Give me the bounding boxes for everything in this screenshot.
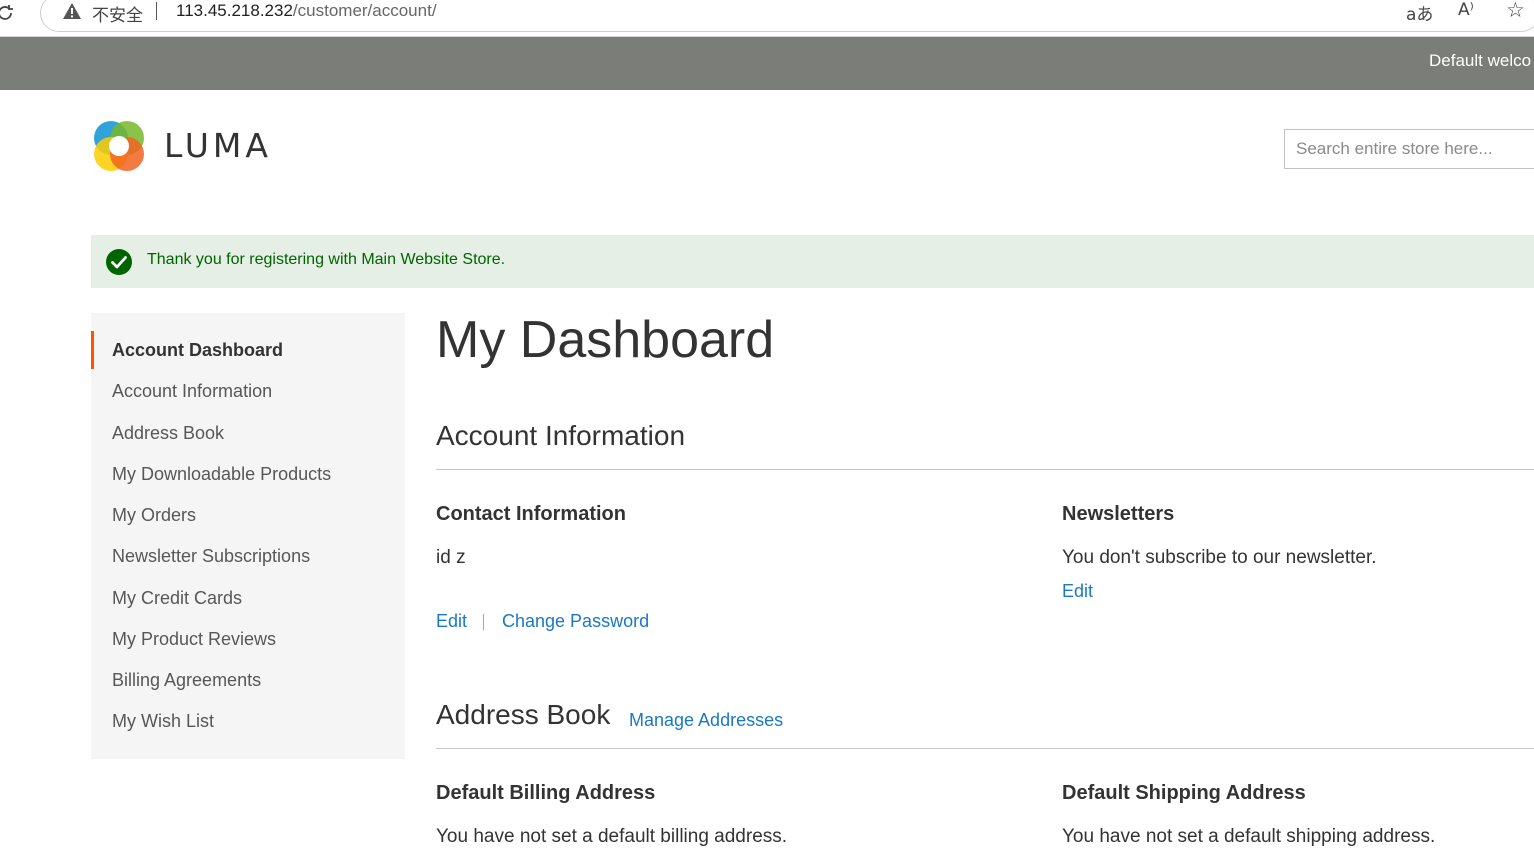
nav-item-label: Account Information bbox=[112, 381, 273, 401]
address-book-title: Address Book bbox=[436, 699, 611, 730]
nav-item-label: My Downloadable Products bbox=[112, 464, 332, 484]
nav-item-product-reviews[interactable]: My Product Reviews bbox=[91, 620, 405, 658]
nav-item-label: My Product Reviews bbox=[112, 629, 277, 649]
edit-contact-link[interactable]: Edit bbox=[436, 611, 467, 632]
link-divider bbox=[483, 614, 484, 630]
luma-logo-icon[interactable] bbox=[91, 118, 147, 174]
url-divider bbox=[156, 2, 157, 20]
nav-item-credit-cards[interactable]: My Credit Cards bbox=[91, 579, 405, 617]
nav-item-address-book[interactable]: Address Book bbox=[91, 414, 405, 452]
insecure-label[interactable]: 不安全 bbox=[92, 1, 143, 26]
divider bbox=[436, 469, 1534, 470]
newsletters-title: Newsletters bbox=[1062, 503, 1175, 525]
nav-item-newsletter-subscriptions[interactable]: Newsletter Subscriptions bbox=[91, 537, 405, 575]
nav-item-account-dashboard[interactable]: Account Dashboard bbox=[91, 331, 405, 369]
page-title: My Dashboard bbox=[436, 311, 775, 369]
nav-item-wish-list[interactable]: My Wish List bbox=[91, 702, 405, 740]
nav-item-billing-agreements[interactable]: Billing Agreements bbox=[91, 661, 405, 699]
nav-item-label: My Credit Cards bbox=[112, 588, 243, 608]
manage-addresses-link[interactable]: Manage Addresses bbox=[629, 710, 783, 731]
url-host: 113.45.218.232 bbox=[176, 1, 293, 20]
default-billing-title: Default Billing Address bbox=[436, 782, 656, 804]
url-text[interactable]: 113.45.218.232/customer/account/ bbox=[176, 1, 437, 21]
search-input[interactable] bbox=[1284, 129, 1534, 169]
nav-item-downloadable-products[interactable]: My Downloadable Products bbox=[91, 455, 405, 493]
account-nav: Account Dashboard Account Information Ad… bbox=[91, 313, 405, 759]
panel-header: Default welco bbox=[0, 37, 1534, 90]
translate-icon[interactable]: aあ bbox=[1406, 0, 1433, 25]
nav-item-label: Address Book bbox=[112, 423, 225, 443]
nav-item-label: Account Dashboard bbox=[112, 340, 284, 360]
default-shipping-title: Default Shipping Address bbox=[1062, 782, 1306, 804]
contact-name: id z bbox=[436, 547, 466, 568]
url-path: /customer/account/ bbox=[292, 1, 437, 20]
success-message: Thank you for registering with Main Webs… bbox=[91, 235, 1534, 288]
welcome-message: Default welco bbox=[1429, 51, 1532, 70]
newsletter-status: You don't subscribe to our newsletter. bbox=[1062, 547, 1377, 568]
warning-icon[interactable] bbox=[62, 2, 82, 20]
nav-item-label: My Orders bbox=[112, 505, 197, 525]
edit-newsletter-link[interactable]: Edit bbox=[1062, 581, 1093, 602]
contact-information-title: Contact Information bbox=[436, 503, 626, 525]
success-message-text: Thank you for registering with Main Webs… bbox=[147, 251, 506, 268]
read-aloud-icon[interactable]: A⁾ bbox=[1458, 0, 1474, 20]
logo-text[interactable]: LUMA bbox=[164, 126, 272, 165]
nav-item-label: Billing Agreements bbox=[112, 670, 262, 690]
favorite-star-icon[interactable]: ☆ bbox=[1506, 0, 1525, 22]
divider bbox=[436, 748, 1534, 749]
account-information-title: Account Information bbox=[436, 420, 686, 451]
check-circle-icon bbox=[106, 249, 132, 275]
browser-toolbar: 不安全 113.45.218.232/customer/account/ aあ … bbox=[0, 0, 1534, 37]
nav-item-account-information[interactable]: Account Information bbox=[91, 372, 405, 410]
reload-icon[interactable] bbox=[0, 2, 16, 24]
nav-item-label: Newsletter Subscriptions bbox=[112, 546, 311, 566]
default-billing-text: You have not set a default billing addre… bbox=[436, 826, 788, 847]
default-shipping-text: You have not set a default shipping addr… bbox=[1062, 826, 1436, 847]
change-password-link[interactable]: Change Password bbox=[502, 611, 649, 632]
nav-item-label: My Wish List bbox=[112, 711, 215, 731]
nav-item-my-orders[interactable]: My Orders bbox=[91, 496, 405, 534]
